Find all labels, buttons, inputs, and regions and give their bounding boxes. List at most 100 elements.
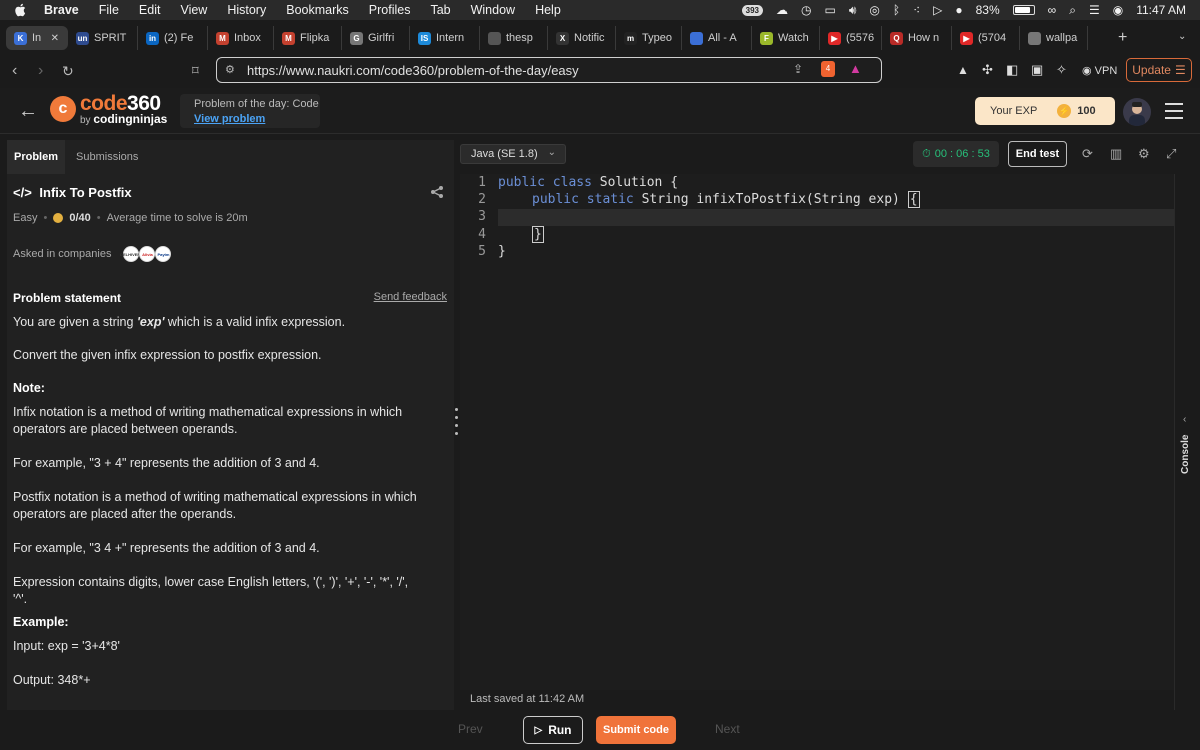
menu-profiles[interactable]: Profiles [369, 3, 411, 17]
link-icon[interactable]: ∞ [1048, 3, 1057, 17]
avatar[interactable] [1123, 98, 1151, 126]
settings-gear-icon[interactable]: ⚙ [1138, 146, 1150, 162]
browser-tab[interactable]: thesp [480, 26, 548, 50]
browser-tab[interactable]: K In ✕ [6, 26, 68, 50]
browser-tab[interactable]: G Girlfri [342, 26, 410, 50]
new-tab-icon[interactable]: + [1118, 29, 1127, 47]
exp-badge[interactable]: Your EXP ⚡ 100 [975, 97, 1115, 125]
forward-button[interactable]: › [38, 62, 43, 80]
tab-label: Flipka [300, 32, 330, 44]
view-problem-link[interactable]: View problem [194, 113, 320, 125]
cloud-icon[interactable]: ☁ [776, 3, 788, 17]
browser-tab[interactable]: un SPRIT [68, 26, 138, 50]
language-select[interactable]: Java (SE 1.8) ⌄ [460, 144, 566, 164]
menu-tab[interactable]: Tab [430, 3, 450, 17]
chevron-left-icon[interactable]: ‹ [1183, 414, 1186, 425]
console-panel-toggle[interactable]: ‹ Console [1174, 174, 1200, 710]
logo-letter: c [58, 100, 68, 117]
clock[interactable]: 11:47 AM [1136, 3, 1186, 17]
site-settings-icon[interactable]: ⚙ [225, 63, 235, 76]
reload-button[interactable]: ↻ [62, 63, 74, 80]
prev-button[interactable]: Prev [458, 722, 483, 736]
airdrop-icon[interactable]: ◎ [869, 3, 879, 17]
menu-bookmarks[interactable]: Bookmarks [286, 3, 349, 17]
menu-help[interactable]: Help [535, 3, 561, 17]
control-center-icon[interactable]: ☰ [1089, 3, 1100, 17]
volume-icon[interactable]: 🔊︎ [849, 3, 857, 18]
browser-tab[interactable]: IS Intern [410, 26, 480, 50]
menu-history[interactable]: History [227, 3, 266, 17]
tab-list-chevron-icon[interactable]: ⌄ [1178, 31, 1186, 42]
ai-icon[interactable]: ✧ [1056, 62, 1067, 78]
reset-icon[interactable]: ⟳ [1082, 146, 1093, 162]
vpn-label: VPN [1094, 65, 1118, 77]
menu-edit[interactable]: Edit [139, 3, 161, 17]
menu-window[interactable]: Window [471, 3, 515, 17]
browser-tab[interactable]: wallpa [1020, 26, 1088, 50]
close-tab-icon[interactable]: ✕ [51, 33, 59, 44]
menu-file[interactable]: File [99, 3, 119, 17]
problem-title-row: </> Infix To Postfix [13, 185, 132, 200]
vpn-button[interactable]: ◉ VPN [1082, 64, 1117, 77]
browser-tab[interactable]: ▶ (5704 [952, 26, 1020, 50]
line-number: 4 [478, 227, 486, 242]
extensions-icon[interactable]: ✣ [982, 62, 993, 78]
menu-view[interactable]: View [180, 3, 207, 17]
code-editor[interactable]: 1 public class Solution { 2 public stati… [460, 174, 1174, 690]
brave-rewards-icon[interactable]: ▲ [849, 61, 862, 76]
layout-icon[interactable]: ▥ [1110, 146, 1122, 162]
brave-shields-icon[interactable]: 4 [821, 61, 835, 77]
browser-tab[interactable]: F Watch [752, 26, 820, 50]
browser-tab[interactable]: X Notific [548, 26, 616, 50]
browser-tab[interactable]: Q How n [882, 26, 952, 50]
tab-submissions[interactable]: Submissions [69, 140, 145, 174]
tab-label: Notific [574, 32, 605, 44]
browser-tab[interactable]: M Flipka [274, 26, 342, 50]
tab-problem[interactable]: Problem [7, 140, 66, 174]
apple-icon[interactable] [14, 3, 28, 17]
back-arrow-icon[interactable]: ← [18, 100, 38, 123]
send-feedback-link[interactable]: Send feedback [374, 291, 447, 303]
browser-tab[interactable]: m Typeo [616, 26, 682, 50]
submit-code-button[interactable]: Submit code [596, 716, 676, 744]
sidebar-icon[interactable]: ◧ [1006, 62, 1018, 78]
battery-icon[interactable] [1012, 5, 1035, 15]
wallet-icon[interactable]: ▣ [1031, 62, 1043, 78]
company-logo-paytm[interactable]: Paytm [155, 246, 172, 262]
wifi-dots-icon[interactable]: ⁖ [913, 3, 920, 17]
leo-icon[interactable]: ▲ [957, 63, 969, 77]
siri-icon[interactable]: ◉ [1113, 3, 1123, 17]
end-test-button[interactable]: End test [1008, 141, 1067, 167]
problem-meta: Easy • 0/40 • Average time to solve is 2… [13, 212, 248, 224]
browser-tab[interactable]: in (2) Fe [138, 26, 208, 50]
spotlight-icon[interactable]: ⌕ [1069, 3, 1076, 18]
back-button[interactable]: ‹ [12, 62, 17, 80]
play-icon[interactable]: ▷ [933, 3, 942, 17]
history-icon[interactable]: ◷ [801, 3, 811, 17]
fullscreen-icon[interactable]: ⤢ [1166, 146, 1176, 162]
panel-resize-handle[interactable] [455, 408, 458, 440]
line-number: 5 [478, 244, 486, 259]
exp-value: 100 [1077, 105, 1096, 117]
update-button[interactable]: Update ☰ [1126, 58, 1192, 82]
bookmark-icon[interactable]: ⌑ [192, 63, 199, 79]
browser-tab[interactable]: ▶ (5576 [820, 26, 882, 50]
statement-p7: Expression contains digits, lower case E… [13, 575, 409, 606]
browser-tab[interactable]: M Inbox [208, 26, 274, 50]
bluetooth-icon[interactable]: ᛒ [893, 3, 900, 17]
next-button[interactable]: Next [715, 722, 740, 736]
company-logo-delhivery[interactable]: DELHIVERY [120, 246, 143, 262]
logo-by: by [80, 115, 94, 126]
display-icon[interactable]: ▭ [825, 3, 836, 17]
url-field[interactable]: ⚙ https://www.naukri.com/code360/problem… [216, 57, 882, 83]
notification-badge[interactable]: 393 [741, 4, 764, 16]
menu-brave[interactable]: Brave [44, 3, 79, 17]
share-page-icon[interactable]: ⇪ [793, 62, 803, 76]
main-menu-icon[interactable] [1165, 103, 1183, 124]
browser-tab[interactable]: All - A [682, 26, 752, 50]
company-logo-alivia[interactable]: Alivia [139, 246, 156, 262]
code360-logo-icon[interactable]: c [50, 96, 76, 122]
run-button[interactable]: ▷ Run [523, 716, 583, 744]
share-icon[interactable] [430, 185, 444, 204]
user-icon[interactable]: ● [955, 3, 962, 17]
